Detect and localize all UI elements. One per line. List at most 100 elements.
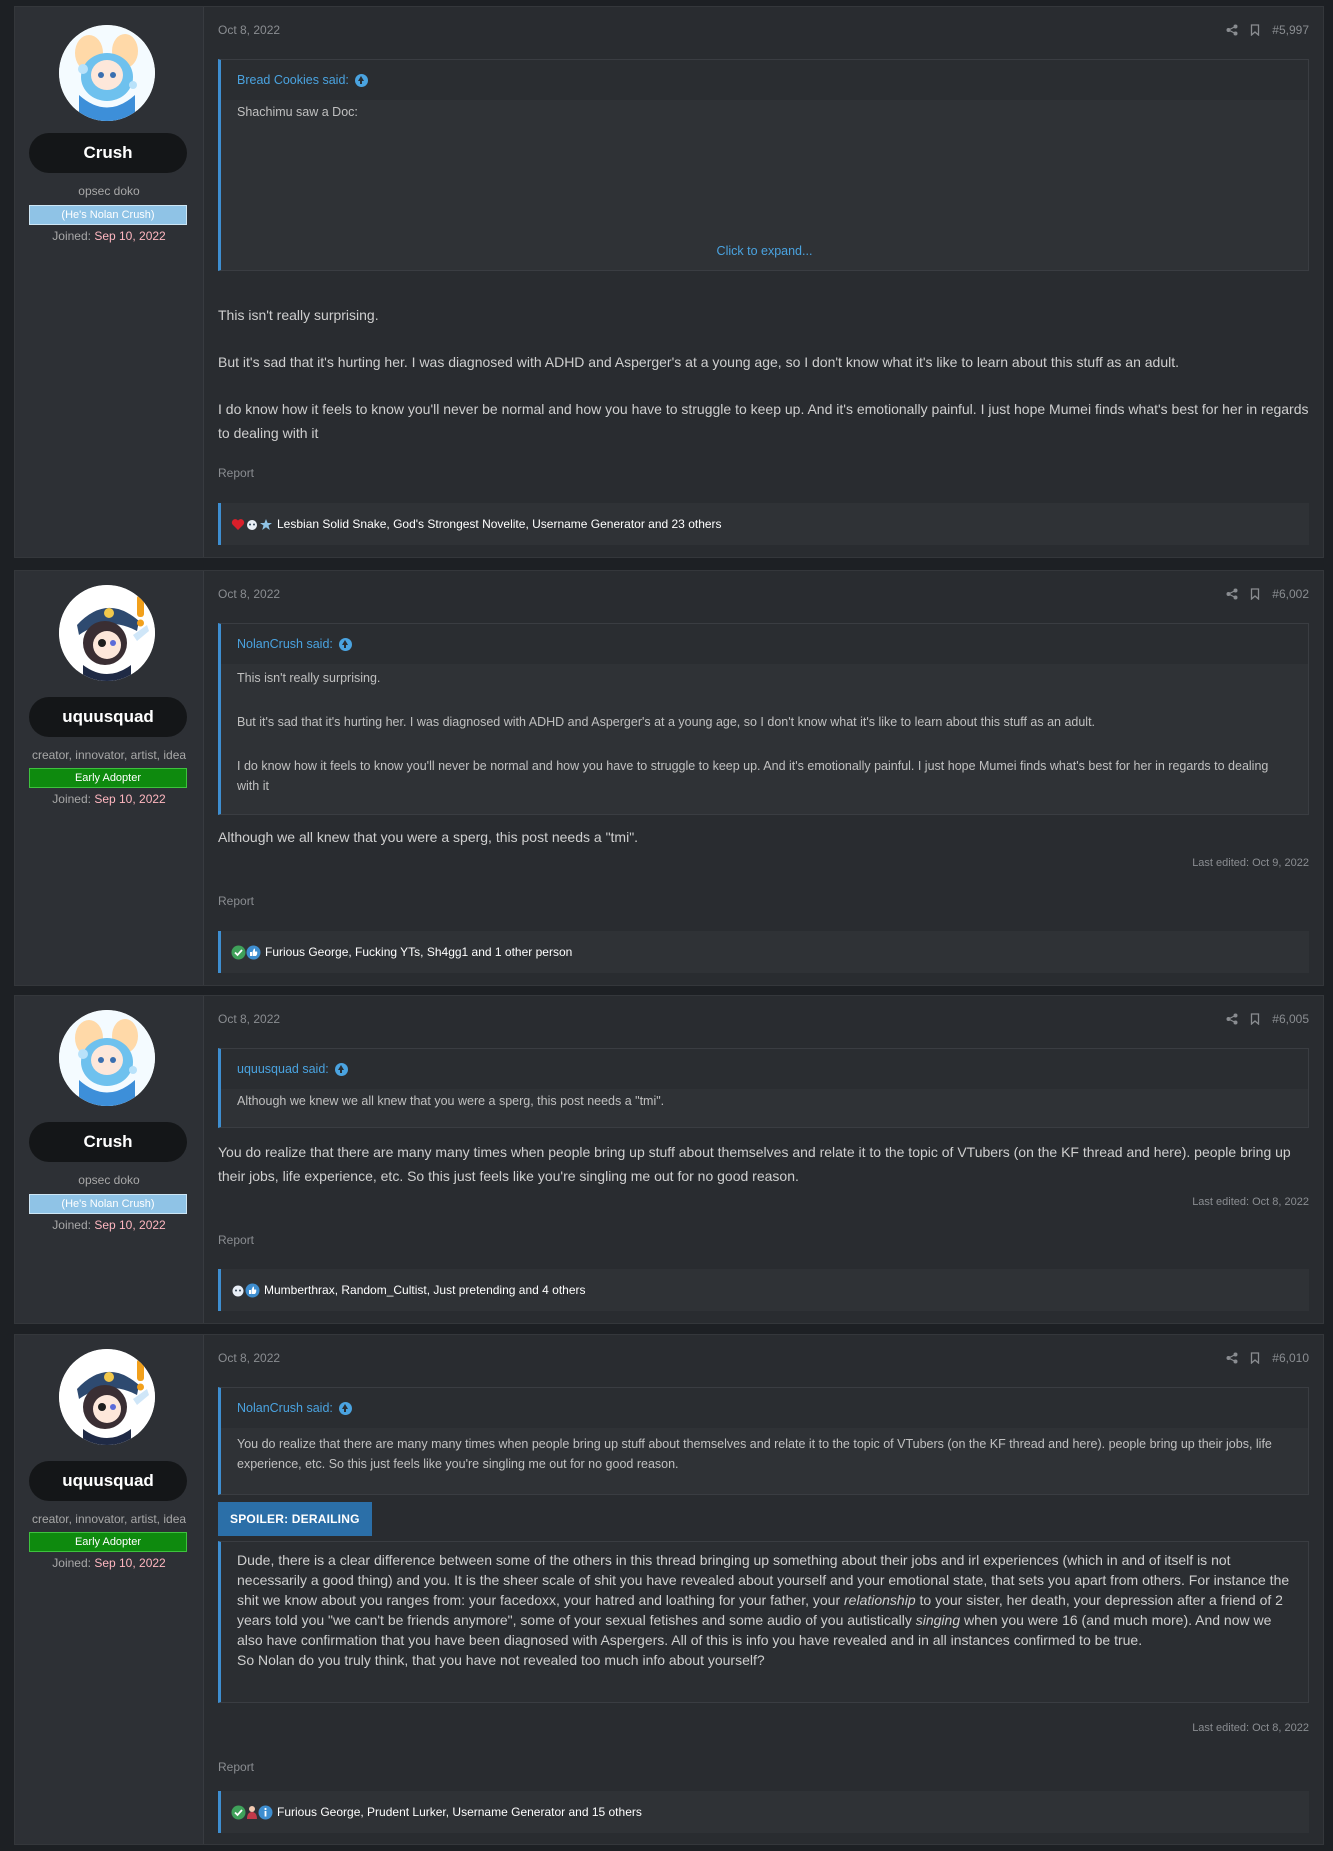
joined-info: Joined: Sep 10, 2022 — [15, 792, 203, 806]
user-title: opsec doko — [78, 184, 140, 198]
share-icon[interactable] — [1226, 24, 1238, 36]
avatar-image — [59, 1349, 155, 1445]
post-date[interactable]: Oct 8, 2022 — [218, 1351, 280, 1365]
post: Crush opsec doko (He's Nolan Crush) Join… — [14, 6, 1324, 558]
quote-body: This isn't really surprising. But it's s… — [221, 664, 1308, 796]
post-number[interactable]: #5,997 — [1272, 23, 1309, 37]
avatar[interactable] — [59, 25, 155, 121]
joined-label: Joined: — [52, 229, 91, 243]
user-banner: (He's Nolan Crush) — [29, 205, 187, 225]
post-paragraph: But it's sad that it's hurting her. I wa… — [218, 354, 1179, 370]
reactions-bar[interactable]: Mumberthrax, Random_Cultist, Just preten… — [218, 1269, 1309, 1311]
quote-author[interactable]: NolanCrush said: — [237, 624, 333, 664]
post-actions: #6,005 — [1226, 1010, 1309, 1028]
joined-date: Sep 10, 2022 — [94, 1556, 166, 1570]
post-main: Oct 8, 2022 #5,997 Bread Cookies said: S… — [216, 7, 1309, 557]
quote-author[interactable]: Bread Cookies said: — [237, 60, 349, 100]
post-body: You do realize that there are many many … — [218, 1140, 1309, 1204]
reaction-users[interactable]: Mumberthrax, Random_Cultist, Just preten… — [264, 1283, 586, 1297]
post-date[interactable]: Oct 8, 2022 — [218, 587, 280, 601]
user-banner: Early Adopter — [29, 768, 187, 788]
spoiler-content: Dude, there is a clear difference betwee… — [218, 1541, 1309, 1703]
post-actions: #5,997 — [1226, 21, 1309, 39]
reaction-icons — [231, 945, 261, 960]
thumbs-up-icon — [246, 945, 261, 959]
post-date[interactable]: Oct 8, 2022 — [218, 1012, 280, 1026]
avatar-image — [59, 1010, 155, 1106]
avatar[interactable] — [59, 1349, 155, 1445]
username[interactable]: uquusquad — [29, 1461, 187, 1501]
quote-header: NolanCrush said: — [221, 1388, 1308, 1428]
post-body: Although we all knew that you were a spe… — [218, 825, 1309, 865]
spoiler-emphasis: singing — [915, 1612, 961, 1628]
quote-line: But it's sad that it's hurting her. I wa… — [237, 715, 1096, 729]
check-icon — [231, 945, 246, 959]
reaction-users[interactable]: Furious George, Prudent Lurker, Username… — [277, 1805, 642, 1819]
spoiler-button[interactable]: SPOILER: DERAILING — [218, 1502, 372, 1536]
info-icon — [258, 1805, 273, 1819]
thumbs-up-icon — [245, 1283, 260, 1297]
last-edited: Last edited: Oct 8, 2022 — [1192, 1722, 1309, 1734]
quote-block: NolanCrush said: This isn't really surpr… — [218, 623, 1309, 815]
share-icon[interactable] — [1226, 588, 1238, 600]
quote-line: This isn't really surprising. — [237, 671, 381, 685]
person-reaction-icon — [247, 1805, 257, 1819]
joined-label: Joined: — [52, 1556, 91, 1570]
username[interactable]: Crush — [29, 1122, 187, 1162]
joined-date: Sep 10, 2022 — [94, 229, 166, 243]
cat-reaction-icon — [247, 519, 257, 530]
reactions-bar[interactable]: Lesbian Solid Snake, God's Strongest Nov… — [218, 503, 1309, 545]
post-paragraph: I do know how it feels to know you'll ne… — [218, 401, 1309, 441]
quote-author[interactable]: NolanCrush said: — [237, 1388, 333, 1428]
last-edited: Last edited: Oct 9, 2022 — [1192, 857, 1309, 869]
quote-header: Bread Cookies said: — [221, 60, 1308, 100]
report-link[interactable]: Report — [218, 466, 254, 480]
quote-body: You do realize that there are many many … — [221, 1428, 1308, 1474]
reaction-icons — [231, 1283, 260, 1298]
reaction-icons — [231, 1805, 273, 1820]
user-info: uquusquad creator, innovator, artist, id… — [15, 571, 204, 985]
reaction-icons — [231, 518, 273, 531]
report-link[interactable]: Report — [218, 894, 254, 908]
arrow-up-circle-icon[interactable] — [334, 1062, 348, 1076]
reactions-bar[interactable]: Furious George, Fucking YTs, Sh4gg1 and … — [218, 931, 1309, 973]
post: Crush opsec doko (He's Nolan Crush) Join… — [14, 995, 1324, 1324]
reaction-users[interactable]: Lesbian Solid Snake, God's Strongest Nov… — [277, 517, 722, 531]
user-info: uquusquad creator, innovator, artist, id… — [15, 1335, 204, 1844]
reaction-users[interactable]: Furious George, Fucking YTs, Sh4gg1 and … — [265, 945, 572, 959]
share-icon[interactable] — [1226, 1013, 1238, 1025]
user-info: Crush opsec doko (He's Nolan Crush) Join… — [15, 7, 204, 557]
spoiler-paragraph: Dude, there is a clear difference betwee… — [237, 1550, 1292, 1650]
report-link[interactable]: Report — [218, 1233, 254, 1247]
reactions-bar[interactable]: Furious George, Prudent Lurker, Username… — [218, 1791, 1309, 1833]
cat-reaction-icon — [232, 1285, 244, 1296]
quote-author[interactable]: uquusquad said: — [237, 1049, 329, 1089]
username[interactable]: Crush — [29, 133, 187, 173]
bookmark-icon[interactable] — [1250, 1013, 1260, 1025]
post-number[interactable]: #6,010 — [1272, 1351, 1309, 1365]
username[interactable]: uquusquad — [29, 697, 187, 737]
post-paragraph: Although we all knew that you were a spe… — [218, 829, 639, 845]
expand-link[interactable]: Click to expand... — [221, 244, 1308, 258]
post-number[interactable]: #6,005 — [1272, 1012, 1309, 1026]
avatar-image — [59, 25, 155, 121]
share-icon[interactable] — [1226, 1352, 1238, 1364]
user-title: creator, innovator, artist, idea — [31, 748, 187, 762]
bookmark-icon[interactable] — [1250, 1352, 1260, 1364]
post-date[interactable]: Oct 8, 2022 — [218, 23, 280, 37]
joined-date: Sep 10, 2022 — [94, 792, 166, 806]
report-link[interactable]: Report — [218, 1760, 254, 1774]
quote-line: Although we knew we all knew that you we… — [237, 1094, 665, 1108]
quote-block: Bread Cookies said: Shachimu saw a Doc: … — [218, 59, 1309, 271]
avatar[interactable] — [59, 1010, 155, 1106]
arrow-up-circle-icon[interactable] — [338, 637, 352, 651]
arrow-up-circle-icon[interactable] — [354, 73, 368, 87]
bookmark-icon[interactable] — [1250, 588, 1260, 600]
arrow-up-circle-icon[interactable] — [338, 1401, 352, 1415]
star-reaction-icon — [260, 518, 272, 530]
post-number[interactable]: #6,002 — [1272, 587, 1309, 601]
bookmark-icon[interactable] — [1250, 24, 1260, 36]
check-icon — [231, 1805, 246, 1819]
quote-header: uquusquad said: — [221, 1049, 1308, 1089]
avatar[interactable] — [59, 585, 155, 681]
